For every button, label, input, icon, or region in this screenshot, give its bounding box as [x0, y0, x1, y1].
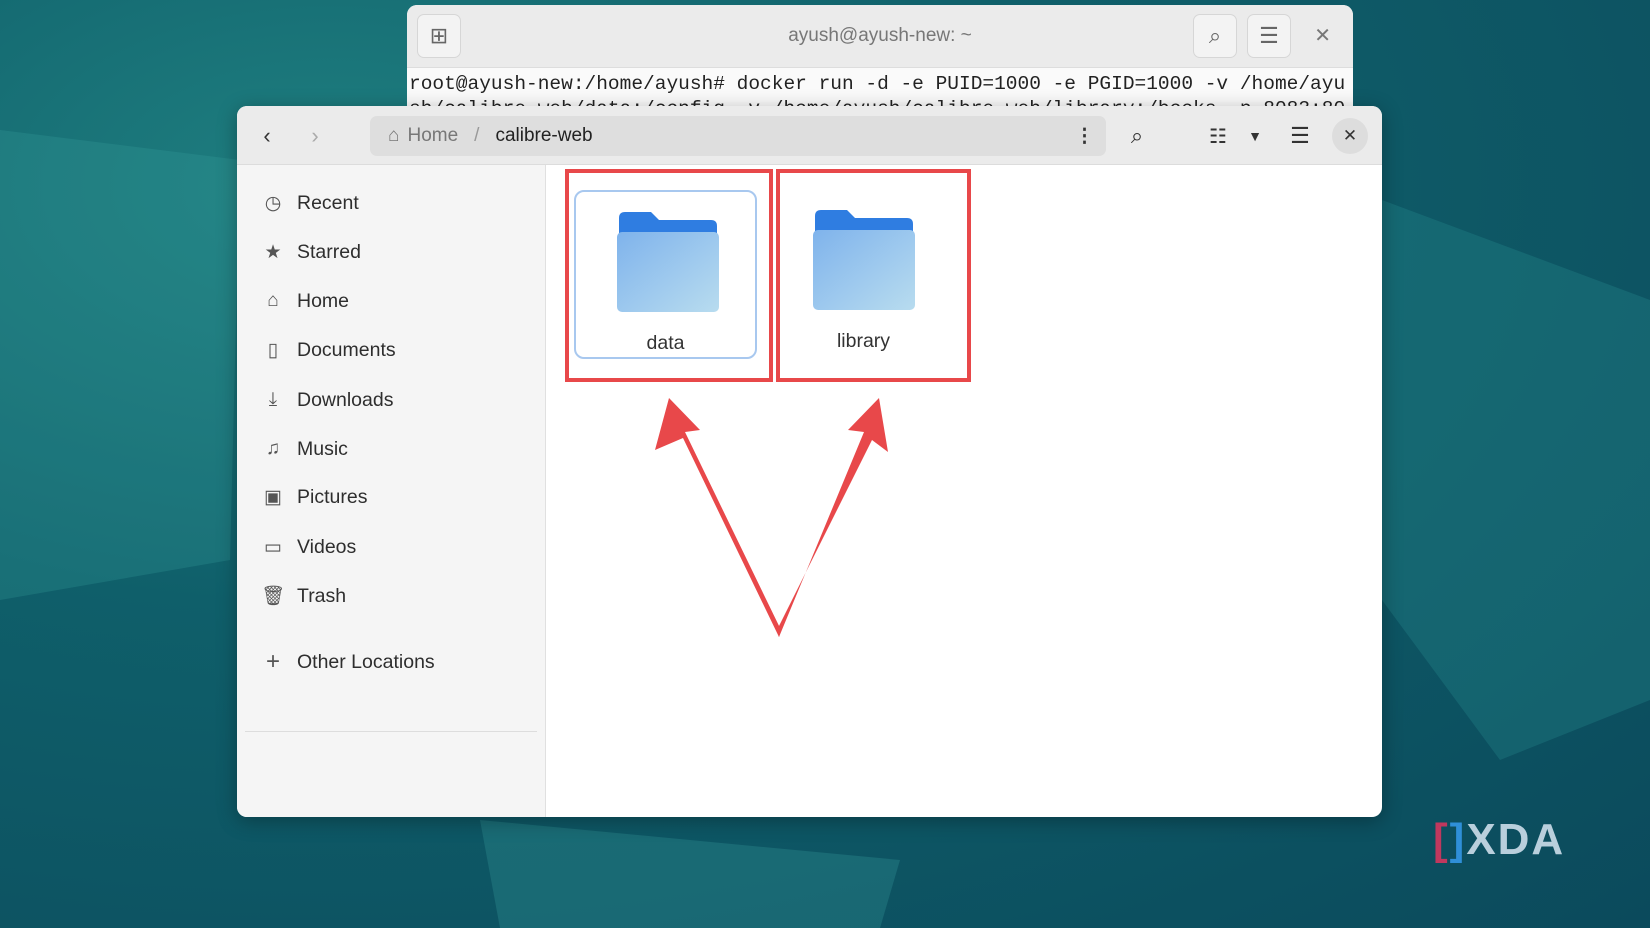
arrow-to-library — [777, 398, 888, 637]
arrow-to-data — [655, 398, 781, 637]
annotation-arrows — [655, 398, 888, 637]
xda-watermark-logo: []XDA — [1433, 815, 1566, 864]
